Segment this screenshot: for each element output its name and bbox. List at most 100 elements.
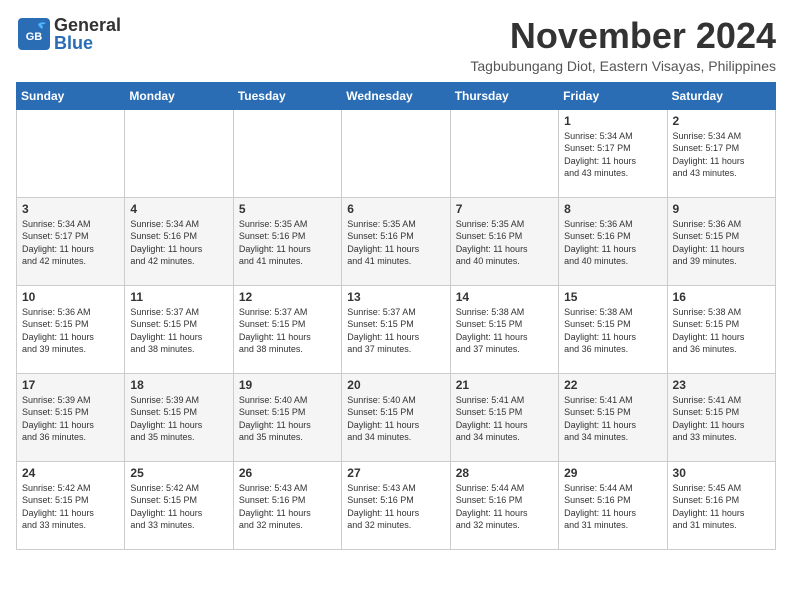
calendar-day-cell: 10Sunrise: 5:36 AMSunset: 5:15 PMDayligh…	[17, 285, 125, 373]
day-info: Sunrise: 5:39 AMSunset: 5:15 PMDaylight:…	[22, 394, 119, 444]
calendar-day-cell	[17, 109, 125, 197]
calendar-week-row: 1Sunrise: 5:34 AMSunset: 5:17 PMDaylight…	[17, 109, 776, 197]
day-number: 21	[456, 378, 553, 392]
day-info: Sunrise: 5:37 AMSunset: 5:15 PMDaylight:…	[130, 306, 227, 356]
day-info: Sunrise: 5:41 AMSunset: 5:15 PMDaylight:…	[673, 394, 770, 444]
calendar-day-cell: 23 Sunrise: 5:41 AMSunset: 5:15 PMDayligh…	[667, 373, 775, 461]
day-info: Sunrise: 5:36 AMSunset: 5:15 PMDaylight:…	[22, 306, 119, 356]
day-number: 11	[130, 290, 227, 304]
calendar-day-cell: 11 Sunrise: 5:37 AMSunset: 5:15 PMDayligh…	[125, 285, 233, 373]
calendar-week-row: 17Sunrise: 5:39 AMSunset: 5:15 PMDayligh…	[17, 373, 776, 461]
day-number: 30	[673, 466, 770, 480]
calendar-day-cell: 26Sunrise: 5:43 AMSunset: 5:16 PMDayligh…	[233, 461, 341, 549]
svg-text:GB: GB	[26, 31, 43, 43]
calendar-day-cell	[125, 109, 233, 197]
day-info: Sunrise: 5:44 AMSunset: 5:16 PMDaylight:…	[564, 482, 661, 532]
day-info: Sunrise: 5:37 AMSunset: 5:15 PMDaylight:…	[239, 306, 336, 356]
day-number: 29	[564, 466, 661, 480]
day-number: 2	[673, 114, 770, 128]
day-info: Sunrise: 5:35 AMSunset: 5:16 PMDaylight:…	[347, 218, 444, 268]
calendar-day-cell: 15 Sunrise: 5:38 AMSunset: 5:15 PMDayligh…	[559, 285, 667, 373]
calendar-day-cell: 14 Sunrise: 5:38 AMSunset: 5:15 PMDayligh…	[450, 285, 558, 373]
month-title: November 2024	[470, 16, 776, 56]
day-number: 14	[456, 290, 553, 304]
calendar-day-cell	[342, 109, 450, 197]
day-info: Sunrise: 5:34 AMSunset: 5:16 PMDaylight:…	[130, 218, 227, 268]
day-number: 4	[130, 202, 227, 216]
calendar-day-cell: 6 Sunrise: 5:35 AMSunset: 5:16 PMDaylight…	[342, 197, 450, 285]
calendar-day-cell: 1Sunrise: 5:34 AMSunset: 5:17 PMDaylight…	[559, 109, 667, 197]
day-info: Sunrise: 5:35 AMSunset: 5:16 PMDaylight:…	[456, 218, 553, 268]
day-number: 27	[347, 466, 444, 480]
calendar-week-row: 10Sunrise: 5:36 AMSunset: 5:15 PMDayligh…	[17, 285, 776, 373]
title-block: November 2024 Tagbubungang Diot, Eastern…	[470, 16, 776, 74]
day-number: 20	[347, 378, 444, 392]
calendar-day-cell: 2 Sunrise: 5:34 AMSunset: 5:17 PMDaylight…	[667, 109, 775, 197]
logo-icon: GB	[16, 16, 52, 52]
weekday-header: Tuesday	[233, 82, 341, 109]
day-info: Sunrise: 5:35 AMSunset: 5:16 PMDaylight:…	[239, 218, 336, 268]
day-info: Sunrise: 5:36 AMSunset: 5:16 PMDaylight:…	[564, 218, 661, 268]
day-info: Sunrise: 5:38 AMSunset: 5:15 PMDaylight:…	[456, 306, 553, 356]
day-number: 6	[347, 202, 444, 216]
day-number: 22	[564, 378, 661, 392]
calendar-day-cell: 9 Sunrise: 5:36 AMSunset: 5:15 PMDaylight…	[667, 197, 775, 285]
day-info: Sunrise: 5:38 AMSunset: 5:15 PMDaylight:…	[673, 306, 770, 356]
logo: GB General Blue	[16, 16, 121, 52]
calendar-day-cell: 17Sunrise: 5:39 AMSunset: 5:15 PMDayligh…	[17, 373, 125, 461]
calendar-day-cell: 16 Sunrise: 5:38 AMSunset: 5:15 PMDayligh…	[667, 285, 775, 373]
logo-blue: Blue	[54, 34, 121, 52]
day-number: 3	[22, 202, 119, 216]
day-number: 16	[673, 290, 770, 304]
calendar-day-cell: 13 Sunrise: 5:37 AMSunset: 5:15 PMDayligh…	[342, 285, 450, 373]
day-info: Sunrise: 5:40 AMSunset: 5:15 PMDaylight:…	[347, 394, 444, 444]
calendar-day-cell: 18 Sunrise: 5:39 AMSunset: 5:15 PMDayligh…	[125, 373, 233, 461]
day-info: Sunrise: 5:38 AMSunset: 5:15 PMDaylight:…	[564, 306, 661, 356]
day-info: Sunrise: 5:42 AMSunset: 5:15 PMDaylight:…	[22, 482, 119, 532]
page-header: GB General Blue November 2024 Tagbubunga…	[16, 16, 776, 74]
calendar-day-cell	[233, 109, 341, 197]
day-info: Sunrise: 5:41 AMSunset: 5:15 PMDaylight:…	[456, 394, 553, 444]
calendar-day-cell: 27 Sunrise: 5:43 AMSunset: 5:16 PMDayligh…	[342, 461, 450, 549]
day-info: Sunrise: 5:44 AMSunset: 5:16 PMDaylight:…	[456, 482, 553, 532]
day-info: Sunrise: 5:41 AMSunset: 5:15 PMDaylight:…	[564, 394, 661, 444]
calendar-day-cell: 5 Sunrise: 5:35 AMSunset: 5:16 PMDaylight…	[233, 197, 341, 285]
day-info: Sunrise: 5:37 AMSunset: 5:15 PMDaylight:…	[347, 306, 444, 356]
day-number: 19	[239, 378, 336, 392]
logo-text: General Blue	[54, 16, 121, 52]
calendar-day-cell: 20 Sunrise: 5:40 AMSunset: 5:15 PMDayligh…	[342, 373, 450, 461]
calendar-week-row: 3Sunrise: 5:34 AMSunset: 5:17 PMDaylight…	[17, 197, 776, 285]
calendar-day-cell: 21 Sunrise: 5:41 AMSunset: 5:15 PMDayligh…	[450, 373, 558, 461]
day-number: 9	[673, 202, 770, 216]
day-info: Sunrise: 5:43 AMSunset: 5:16 PMDaylight:…	[347, 482, 444, 532]
calendar-week-row: 24Sunrise: 5:42 AMSunset: 5:15 PMDayligh…	[17, 461, 776, 549]
day-info: Sunrise: 5:39 AMSunset: 5:15 PMDaylight:…	[130, 394, 227, 444]
weekday-header: Wednesday	[342, 82, 450, 109]
logo-general: General	[54, 16, 121, 34]
day-number: 25	[130, 466, 227, 480]
calendar-day-cell: 29 Sunrise: 5:44 AMSunset: 5:16 PMDayligh…	[559, 461, 667, 549]
weekday-header-row: SundayMondayTuesdayWednesdayThursdayFrid…	[17, 82, 776, 109]
day-info: Sunrise: 5:34 AMSunset: 5:17 PMDaylight:…	[673, 130, 770, 180]
day-info: Sunrise: 5:43 AMSunset: 5:16 PMDaylight:…	[239, 482, 336, 532]
calendar-day-cell: 8Sunrise: 5:36 AMSunset: 5:16 PMDaylight…	[559, 197, 667, 285]
day-number: 13	[347, 290, 444, 304]
day-info: Sunrise: 5:45 AMSunset: 5:16 PMDaylight:…	[673, 482, 770, 532]
day-number: 12	[239, 290, 336, 304]
day-info: Sunrise: 5:34 AMSunset: 5:17 PMDaylight:…	[564, 130, 661, 180]
weekday-header: Thursday	[450, 82, 558, 109]
calendar-day-cell	[450, 109, 558, 197]
weekday-header: Friday	[559, 82, 667, 109]
day-number: 23	[673, 378, 770, 392]
calendar-day-cell: 24Sunrise: 5:42 AMSunset: 5:15 PMDayligh…	[17, 461, 125, 549]
weekday-header: Sunday	[17, 82, 125, 109]
calendar-day-cell: 7Sunrise: 5:35 AMSunset: 5:16 PMDaylight…	[450, 197, 558, 285]
calendar-day-cell: 3Sunrise: 5:34 AMSunset: 5:17 PMDaylight…	[17, 197, 125, 285]
day-number: 18	[130, 378, 227, 392]
day-number: 15	[564, 290, 661, 304]
day-number: 5	[239, 202, 336, 216]
calendar-table: SundayMondayTuesdayWednesdayThursdayFrid…	[16, 82, 776, 550]
day-info: Sunrise: 5:36 AMSunset: 5:15 PMDaylight:…	[673, 218, 770, 268]
day-number: 28	[456, 466, 553, 480]
calendar-day-cell: 12 Sunrise: 5:37 AMSunset: 5:15 PMDayligh…	[233, 285, 341, 373]
